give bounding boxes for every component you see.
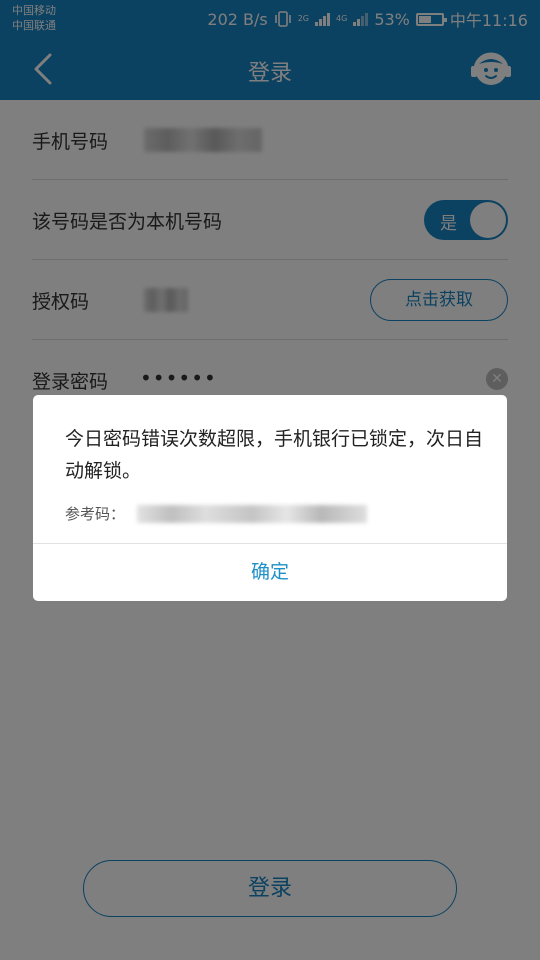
- reference-code-label: 参考码：: [65, 505, 126, 523]
- dialog-message: 今日密码错误次数超限，手机银行已锁定，次日自动解锁。: [65, 428, 484, 482]
- reference-code-redacted: [137, 505, 367, 523]
- confirm-button[interactable]: 确定: [33, 544, 507, 601]
- lockout-dialog: 今日密码错误次数超限，手机银行已锁定，次日自动解锁。 参考码： 确定: [33, 395, 507, 601]
